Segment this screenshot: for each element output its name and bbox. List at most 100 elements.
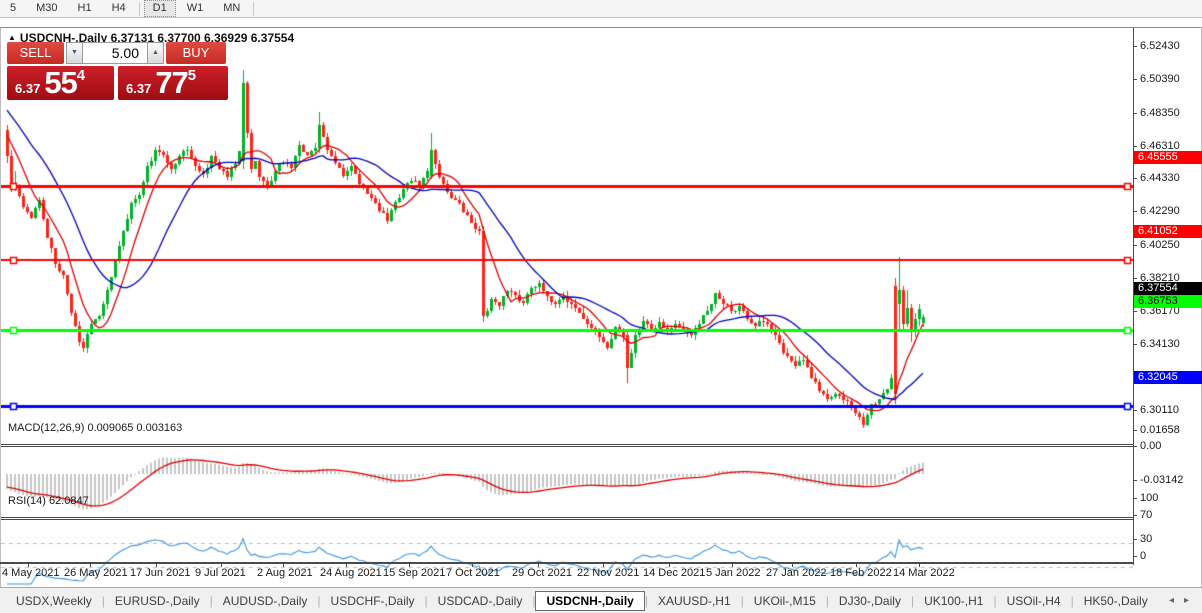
sell-price-pip: 4 bbox=[76, 67, 86, 84]
tab-scroll-arrows: ◂ ▸ bbox=[1164, 595, 1194, 606]
symbol-tabbar: USDX,Weekly | EURUSD-,Daily | AUDUSD-,Daily |… bbox=[0, 587, 1202, 613]
sell-price-prefix: 6.37 bbox=[15, 81, 41, 96]
price-level-flag-6.37554: 6.37554 bbox=[1134, 282, 1202, 295]
date-axis-label: 14 Mar 2022 bbox=[893, 567, 955, 579]
tab-usdchf-daily[interactable]: USDCHF-,Daily bbox=[321, 592, 425, 610]
price-axis-label: 6.48350 bbox=[1140, 107, 1180, 119]
macd-panel-canvas[interactable] bbox=[1, 447, 1134, 517]
date-axis-label: 24 Aug 2021 bbox=[320, 567, 382, 579]
price-axis-tick bbox=[1133, 211, 1137, 212]
toolbar-separator bbox=[253, 1, 255, 16]
date-axis-label: 14 Dec 2021 bbox=[643, 567, 706, 579]
macd-axis-tick bbox=[1133, 480, 1137, 481]
sell-price-box[interactable]: 6.37 55 4 bbox=[7, 66, 114, 100]
tab-hk50-daily[interactable]: HK50-,Daily bbox=[1074, 592, 1158, 610]
rsi-axis-tick bbox=[1133, 539, 1137, 540]
tab-dj30-daily[interactable]: DJ30-,Daily bbox=[829, 592, 911, 610]
volume-decrease-icon[interactable]: ▼ bbox=[66, 42, 83, 64]
tab-usdcad-daily[interactable]: USDCAD-,Daily bbox=[428, 592, 533, 610]
price-axis-tick bbox=[1133, 245, 1137, 246]
timeframe-button-h4[interactable]: H4 bbox=[103, 0, 135, 17]
price-axis-tick bbox=[1133, 113, 1137, 114]
rsi-axis-label: 70 bbox=[1140, 509, 1153, 521]
price-level-flag-6.45555: 6.45555 bbox=[1134, 151, 1202, 164]
rsi-panel-canvas[interactable] bbox=[1, 520, 1134, 590]
price-axis-tick bbox=[1133, 344, 1137, 345]
price-axis-label: 6.50390 bbox=[1140, 73, 1180, 85]
price-axis-tick bbox=[1133, 278, 1137, 279]
date-axis-tick bbox=[28, 563, 29, 567]
date-axis-label: 26 May 2021 bbox=[64, 567, 128, 579]
tab-xauusd-h1[interactable]: XAUUSD-,H1 bbox=[648, 592, 741, 610]
tab-usdx-weekly[interactable]: USDX,Weekly bbox=[6, 592, 102, 610]
date-axis-tick bbox=[221, 563, 222, 567]
rsi-axis-label: 30 bbox=[1140, 533, 1153, 545]
date-axis-tick bbox=[792, 563, 793, 567]
date-axis-label: 18 Feb 2022 bbox=[830, 567, 892, 579]
rsi-indicator-label: RSI(14) 62.0847 bbox=[8, 495, 89, 507]
buy-price-box[interactable]: 6.37 77 5 bbox=[118, 66, 228, 100]
rsi-axis-tick bbox=[1133, 498, 1137, 499]
main-chart-canvas[interactable] bbox=[1, 56, 1134, 444]
date-axis-tick bbox=[156, 563, 157, 567]
macd-axis-label: 0.00 bbox=[1140, 440, 1162, 452]
sell-button[interactable]: SELL bbox=[7, 42, 64, 64]
timeframe-button-5[interactable]: 5 bbox=[1, 0, 25, 17]
tab-scroll-right-icon[interactable]: ▸ bbox=[1179, 595, 1194, 606]
date-axis-label: 27 Jan 2022 bbox=[766, 567, 827, 579]
price-axis-label: 6.52430 bbox=[1140, 40, 1180, 52]
price-axis-tick bbox=[1133, 410, 1137, 411]
date-axis-tick bbox=[409, 563, 410, 567]
price-axis-tick bbox=[1133, 146, 1137, 147]
date-axis-label: 4 May 2021 bbox=[2, 567, 60, 579]
rsi-axis-label: 0 bbox=[1140, 550, 1147, 562]
tab-uk100-h1[interactable]: UK100-,H1 bbox=[914, 592, 993, 610]
timeframe-button-w1[interactable]: W1 bbox=[178, 0, 213, 17]
price-axis-label: 6.42290 bbox=[1140, 205, 1180, 217]
chart-window bbox=[0, 27, 1202, 590]
macd-axis-label: -0.03142 bbox=[1140, 474, 1184, 486]
timeframe-toolbar: 5 M30 H1 H4 D1 W1 MN bbox=[0, 0, 1202, 18]
price-level-flag-6.32045: 6.32045 bbox=[1134, 371, 1202, 384]
price-axis-label: 6.44330 bbox=[1140, 172, 1180, 184]
buy-price-prefix: 6.37 bbox=[126, 81, 152, 96]
date-axis-label: 9 Jul 2021 bbox=[195, 567, 246, 579]
tab-usdcnh-daily[interactable]: USDCNH-,Daily bbox=[535, 590, 645, 611]
toolbar-separator bbox=[138, 1, 140, 16]
price-level-flag-6.36753: 6.36753 bbox=[1134, 295, 1202, 308]
price-axis-tick bbox=[1133, 178, 1137, 179]
date-axis-tick bbox=[603, 563, 604, 567]
price-axis-label: 6.30110 bbox=[1140, 404, 1179, 416]
price-axis-tick bbox=[1133, 311, 1137, 312]
tab-scroll-left-icon[interactable]: ◂ bbox=[1164, 595, 1179, 606]
buy-button[interactable]: BUY bbox=[166, 42, 226, 64]
rsi-axis-tick bbox=[1133, 556, 1137, 557]
date-axis-tick bbox=[283, 563, 284, 567]
volume-input[interactable]: 5.00 bbox=[83, 42, 147, 64]
volume-spinner: ▼ 5.00 ▲ bbox=[66, 42, 164, 64]
date-axis-tick bbox=[346, 563, 347, 567]
tab-ukoil-m15[interactable]: UKOil-,M15 bbox=[744, 592, 826, 610]
date-axis-label: 17 Jun 2021 bbox=[130, 567, 191, 579]
collapse-icon[interactable]: ▲ bbox=[8, 33, 16, 42]
timeframe-button-d1[interactable]: D1 bbox=[143, 0, 176, 17]
volume-increase-icon[interactable]: ▲ bbox=[147, 42, 164, 64]
sell-price-main: 55 bbox=[44, 65, 77, 100]
macd-axis-tick bbox=[1133, 430, 1137, 431]
tab-usoil-h4[interactable]: USOil-,H4 bbox=[997, 592, 1071, 610]
price-level-flag-6.41052: 6.41052 bbox=[1134, 225, 1202, 238]
date-axis-label: 2 Aug 2021 bbox=[257, 567, 313, 579]
timeframe-button-m30[interactable]: M30 bbox=[27, 0, 66, 17]
date-axis-label: 7 Oct 2021 bbox=[446, 567, 500, 579]
timeframe-button-h1[interactable]: H1 bbox=[69, 0, 101, 17]
tab-audusd-daily[interactable]: AUDUSD-,Daily bbox=[213, 592, 318, 610]
date-axis-tick bbox=[90, 563, 91, 567]
tab-eurusd-daily[interactable]: EURUSD-,Daily bbox=[105, 592, 210, 610]
timeframe-button-mn[interactable]: MN bbox=[214, 0, 249, 17]
one-click-trading-panel: SELL ▼ 5.00 ▲ BUY 6.37 55 4 6.37 77 5 bbox=[7, 42, 228, 100]
price-axis-tick bbox=[1133, 46, 1137, 47]
date-axis-label: 29 Oct 2021 bbox=[512, 567, 572, 579]
buy-price-main: 77 bbox=[155, 65, 188, 100]
date-axis-label: 22 Nov 2021 bbox=[577, 567, 640, 579]
macd-axis-label: 0.01658 bbox=[1140, 424, 1180, 436]
